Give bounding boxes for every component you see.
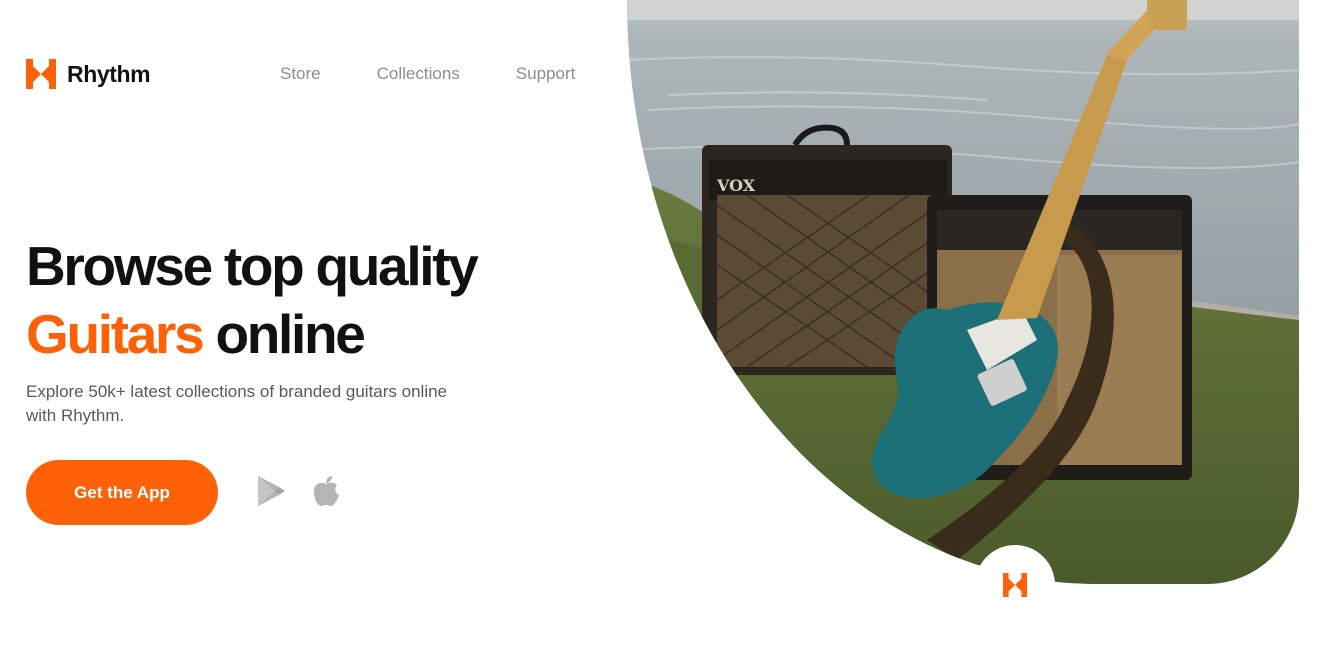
rhythm-logo-icon [1003,573,1027,597]
google-play-icon[interactable] [254,474,288,508]
brand-logo[interactable]: Rhythm [26,59,151,89]
main-nav: Store Collections Support [280,64,575,84]
nav-collections[interactable]: Collections [377,64,460,84]
brand-name: Rhythm [67,60,151,87]
hero-headline: Browse top quality Guitars online [26,232,479,368]
get-app-button[interactable]: Get the App [26,460,218,525]
brand-badge [975,545,1055,625]
guitar-amplifier-photo: VOX [627,0,1299,584]
nav-support[interactable]: Support [516,64,576,84]
hero-subtitle: Explore 50k+ latest collections of brand… [26,382,448,425]
nav-store[interactable]: Store [280,64,321,84]
svg-text:VOX: VOX [716,176,756,195]
apple-icon[interactable] [309,474,343,508]
headline-line2: online [215,303,365,365]
rhythm-logo-icon [26,59,56,89]
headline-line1: Browse top quality [26,235,479,297]
headline-accent: Guitars [26,303,205,365]
